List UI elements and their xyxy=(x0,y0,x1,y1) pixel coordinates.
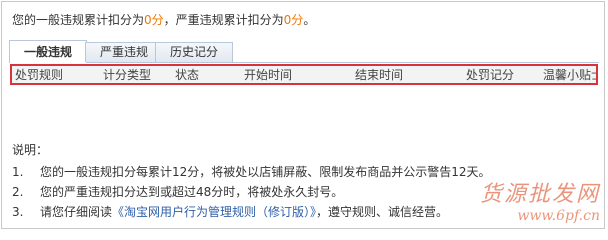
general-score: 0分 xyxy=(144,13,164,27)
summary-prefix: 您的一般违规累计扣分为 xyxy=(12,13,145,27)
col-penalty-rule: 处罚规则 xyxy=(15,68,64,82)
note-text: 您的一般违规扣分每累计12分，将被处以店铺屏蔽、限制发布商品并公示警告12天。 xyxy=(40,165,491,179)
tab-serious-violation[interactable]: 严重违规 xyxy=(85,42,164,62)
note-text: 您的严重违规扣分达到或超过48分时，将被处永久封号。 xyxy=(40,185,344,199)
note-item-2: 2. 您的严重违规扣分达到或超过48分时，将被处永久封号。 xyxy=(12,183,343,200)
watermark-url: www.6pf.cn xyxy=(517,208,600,224)
summary-suffix: 。 xyxy=(303,13,316,27)
note-text-before: 请您仔细阅读 xyxy=(40,205,113,219)
serious-score: 0分 xyxy=(283,13,304,27)
note-text-after: ，遵守规则、诚信经营。 xyxy=(316,205,449,219)
note-number: 2. xyxy=(12,185,24,199)
table-header: 处罚规则 计分类型 状态 开始时间 结束时间 处罚记分 温馨小贴士 xyxy=(10,64,598,85)
col-start-time: 开始时间 xyxy=(244,68,293,82)
note-item-3: 3. 请您仔细阅读《淘宝网用户行为管理规则（修订版）》，遵守规则、诚信经营。 xyxy=(12,203,448,220)
note-number: 1. xyxy=(12,165,24,179)
col-score-type: 计分类型 xyxy=(103,68,152,82)
note-item-1: 1. 您的一般违规扣分每累计12分，将被处以店铺屏蔽、限制发布商品并公示警告12天… xyxy=(12,163,491,180)
site-watermark: 货源批发网 www.6pf.cn xyxy=(480,176,600,224)
note-number: 3. xyxy=(12,205,24,219)
notes-title: 说明： xyxy=(12,143,49,157)
tab-history-score[interactable]: 历史记分 xyxy=(155,42,234,62)
col-penalty-score: 处罚记分 xyxy=(466,68,515,82)
watermark-title: 货源批发网 xyxy=(479,182,600,207)
tab-bar: 一般违规 严重违规 历史记分 xyxy=(9,40,599,63)
summary-middle: ，严重违规累计扣分为 xyxy=(163,13,284,27)
col-tips: 温馨小贴士 xyxy=(543,68,598,82)
score-summary: 您的一般违规累计扣分为0分，严重违规累计扣分为0分。 xyxy=(12,11,315,28)
col-status: 状态 xyxy=(175,68,200,82)
tab-general-violation[interactable]: 一般违规 xyxy=(9,40,88,63)
col-end-time: 结束时间 xyxy=(355,68,404,82)
rules-link[interactable]: 《淘宝网用户行为管理规则（修订版）》 xyxy=(112,205,316,219)
